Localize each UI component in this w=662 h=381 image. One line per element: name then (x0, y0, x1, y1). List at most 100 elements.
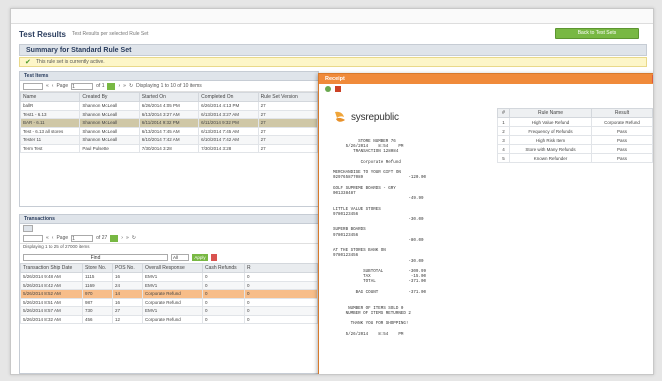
prev-page-icon[interactable]: ‹ (52, 235, 54, 241)
page-size-select[interactable] (23, 82, 43, 90)
table-row[interactable]: Tester 11 Shannon McLeall 6/10/2014 7:42 A… (19, 135, 319, 145)
cell: 27 (257, 126, 319, 136)
col-created-by[interactable]: Created By (79, 92, 140, 102)
cell: 27 (257, 118, 319, 128)
cell: 0 (244, 306, 318, 316)
cell: 0 (244, 289, 318, 299)
clear-filter-button[interactable] (211, 254, 217, 261)
go-button[interactable] (110, 234, 119, 242)
table-row[interactable]: 5/26/2014 9:48 AM 1115 16 EMV1 0 0 (20, 272, 318, 282)
first-page-icon[interactable]: « (46, 235, 49, 241)
page-header: Test Results Test Results per selected R… (11, 25, 653, 43)
cell: Pass (591, 153, 653, 163)
cell: Pass (591, 126, 653, 136)
rule-row: 4 Store with Many Refunds Pass (497, 144, 653, 154)
col-rule-name: Rule Name (509, 108, 592, 118)
rule-row: 5 Known Refunder Pass (497, 153, 653, 163)
cell: 5/26/2014 8:32 AM (20, 314, 83, 324)
test-items-pager: « ‹ Page 1 of 1 › » ↻ Displaying 1 to 10… (20, 81, 318, 92)
cell: 6/13/2014 3:27 AM (138, 109, 200, 119)
table-row[interactable]: 5/26/2014 8:57 AM 730 27 EMV1 0 0 (20, 306, 318, 316)
back-to-test-sets-button[interactable]: Back to Test Sets (555, 28, 639, 39)
refresh-icon[interactable]: ↻ (132, 235, 136, 241)
test-items-title: Test Items (20, 72, 318, 81)
table-row[interactable]: Test1 - 6.13 Shannon McLeall 6/13/2014 3:2… (19, 109, 319, 119)
cell: 3 (497, 135, 510, 145)
cell: Pass (591, 144, 653, 154)
pdf-icon[interactable] (335, 86, 341, 92)
col-overall-response[interactable]: Overall Response (142, 263, 203, 273)
test-items-table: Name Created By Started On Completed On … (19, 92, 319, 153)
cell: 6/26/2014 4:13 PM (198, 101, 259, 111)
cell: Shannon McLeall (79, 109, 140, 119)
cell: 27 (257, 143, 319, 153)
print-icon[interactable] (325, 86, 331, 92)
logo-icon (335, 111, 345, 122)
col-rule-set-version[interactable]: Rule Set Version (257, 92, 319, 102)
display-count: Displaying 1 to 25 of 27000 items (23, 244, 90, 249)
close-icon[interactable]: × (652, 75, 653, 83)
page-input[interactable]: 1 (71, 82, 94, 90)
cell: Shannon McLeall (79, 101, 140, 111)
cell: High Risk Item (509, 135, 592, 145)
cell: 5/26/2014 8:51 AM (20, 297, 83, 307)
cell: EMV1 (142, 272, 203, 282)
cell: 1115 (82, 272, 113, 282)
page-title: Test Results (19, 29, 66, 39)
notice-text: This rule set is currently active. (36, 59, 105, 65)
cell: 16 (112, 272, 143, 282)
table-row[interactable]: Term Test Paul Pulsette 7/30/2014 3:28 7/30… (19, 143, 319, 153)
col-ship-date[interactable]: Transaction Ship Date (20, 263, 83, 273)
table-row[interactable]: Test - 6.13 all stores Shannon McLeall 6/1… (19, 126, 319, 136)
export-icon[interactable] (23, 225, 33, 232)
table-row[interactable]: 5/26/2014 8:51 AM 987 16 Corporate Refund 0 0 (20, 297, 318, 307)
table-row[interactable]: 5/26/2014 8:42 AM 1169 24 EMV1 0 0 (20, 280, 318, 290)
col-started-on[interactable]: Started On (138, 92, 200, 102)
cell: 6/10/2014 7:42 AM (138, 135, 200, 145)
logo-text: sysrepublic (351, 111, 399, 123)
cell: 7/30/2014 3:28 (198, 143, 259, 153)
filter-select[interactable]: All (171, 254, 189, 261)
first-page-icon[interactable]: « (46, 83, 49, 89)
table-row-selected[interactable]: BAR - 6.11 Shannon McLeall 6/11/2014 9:32 … (19, 118, 319, 128)
prev-page-icon[interactable]: ‹ (52, 83, 54, 89)
next-page-icon[interactable]: › (121, 235, 123, 241)
cell: 5/26/2014 9:48 AM (20, 272, 83, 282)
dialog-title: Receipt (325, 76, 345, 82)
col-name[interactable]: Name (19, 92, 81, 102)
cell: 0 (202, 306, 245, 316)
last-page-icon[interactable]: » (123, 83, 126, 89)
col-number: # (497, 108, 510, 118)
cell: Corporate Refund (142, 297, 203, 307)
col-store-no[interactable]: Store No. (82, 263, 113, 273)
col-completed-on[interactable]: Completed On (198, 92, 259, 102)
table-header-row: Transaction Ship Date Store No. POS No. … (20, 263, 318, 273)
rules-table: # Rule Name Result 1 High Value Refund Cor… (497, 108, 653, 163)
cell: High Value Refund (509, 117, 592, 127)
go-button[interactable] (107, 82, 116, 90)
cell: Store with Many Refunds (509, 144, 592, 154)
refresh-icon[interactable]: ↻ (129, 83, 133, 89)
cell: 0 (202, 289, 245, 299)
page-size-select[interactable] (23, 234, 43, 242)
find-input[interactable]: Find (23, 254, 168, 261)
check-icon: ✔ (25, 59, 31, 66)
last-page-icon[interactable]: » (126, 235, 129, 241)
apply-filter-button[interactable]: Apply (192, 254, 208, 261)
app-window: Test Results Test Results per selected R… (10, 8, 654, 375)
table-row-selected[interactable]: 5/26/2014 8:52 AM 970 14 Corporate Refund 0 0 (20, 289, 318, 299)
col-pos-no[interactable]: POS No. (112, 263, 143, 273)
table-row[interactable]: ballR Shannon McLeall 6/26/2014 4:05 PM 6/2… (19, 101, 319, 111)
col-r[interactable]: R (244, 263, 318, 273)
col-cash-refunds[interactable]: Cash Refunds (202, 263, 245, 273)
filter-row: Find All Apply (20, 252, 318, 263)
cell: 6/13/2014 7:45 AM (138, 126, 200, 136)
cell: 987 (82, 297, 113, 307)
page-input[interactable]: 1 (71, 234, 94, 242)
table-row[interactable]: 5/26/2014 8:32 AM 456 12 Corporate Refund 0 0 (20, 314, 318, 324)
summary-title: Summary for Standard Rule Set (19, 44, 647, 56)
table-header-row: Name Created By Started On Completed On … (19, 92, 319, 102)
next-page-icon[interactable]: › (118, 83, 120, 89)
cell: 7/30/2014 3:28 (138, 143, 200, 153)
col-result: Result (591, 108, 653, 118)
